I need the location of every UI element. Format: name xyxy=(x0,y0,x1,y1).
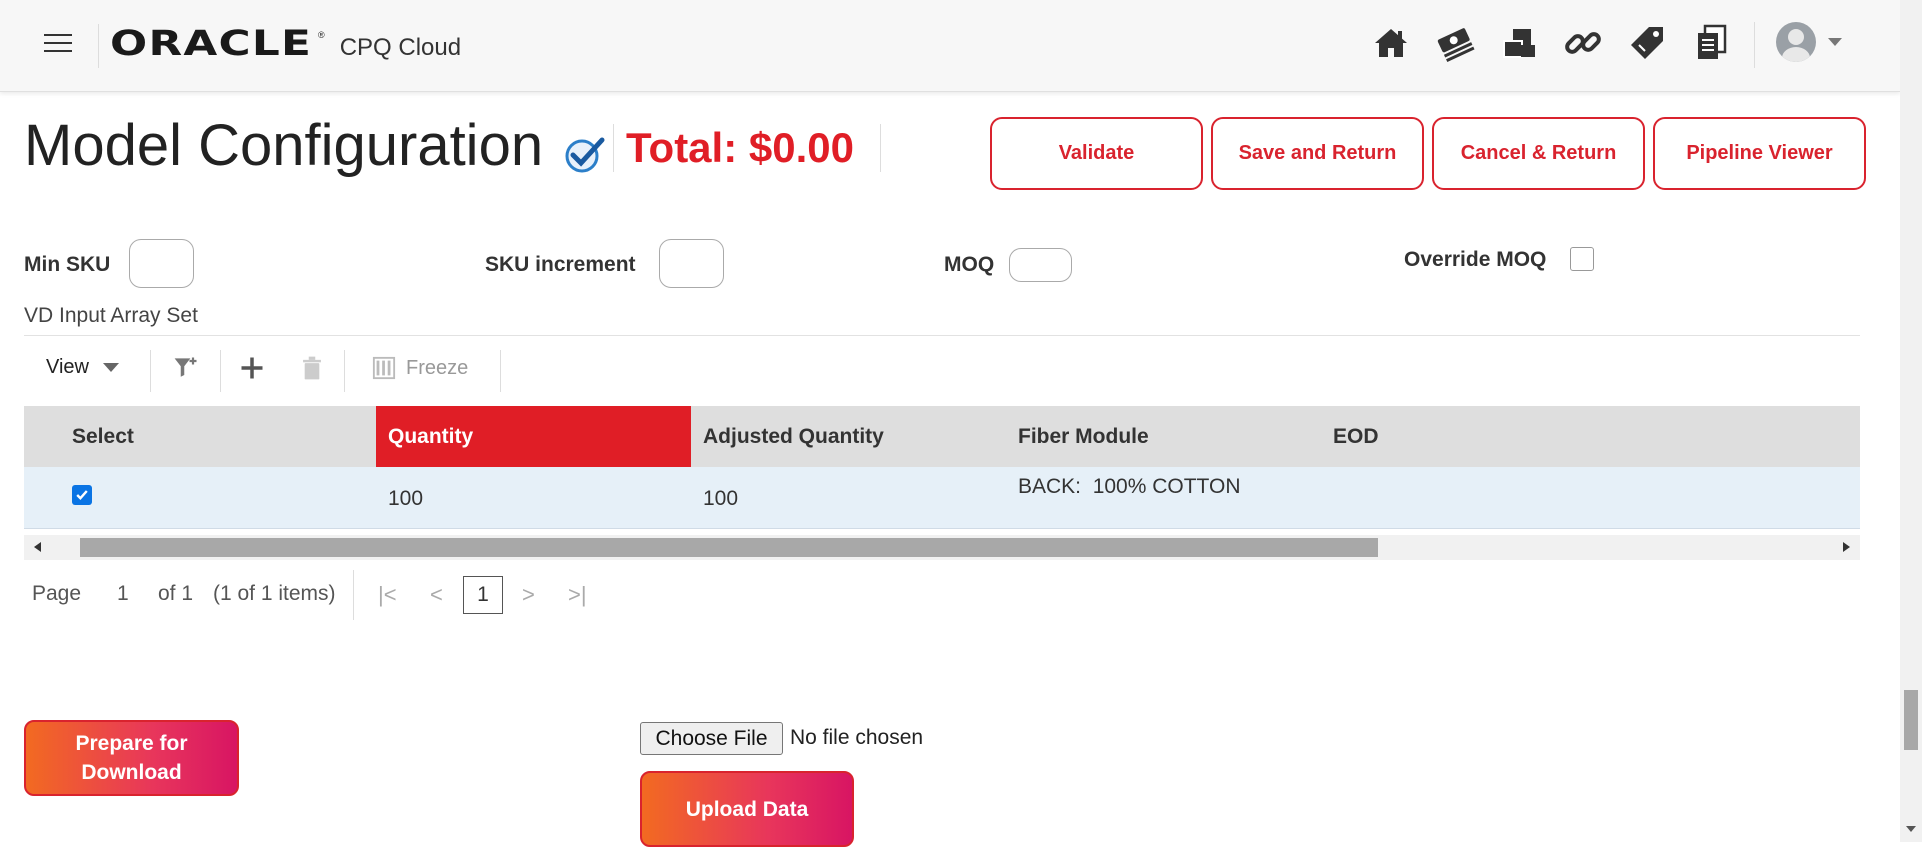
column-header-select[interactable]: Select xyxy=(60,406,400,467)
oracle-logo[interactable]: ORACLE ® CPQ Cloud xyxy=(110,24,461,64)
toolbar-separator xyxy=(220,350,221,392)
money-icon[interactable] xyxy=(1434,22,1476,64)
header-divider xyxy=(98,24,99,68)
total-price: Total: $0.00 xyxy=(626,124,854,171)
horizontal-scrollbar[interactable] xyxy=(24,535,1860,560)
cubes-icon[interactable] xyxy=(1498,22,1540,64)
last-page-icon[interactable]: >| xyxy=(568,582,587,608)
user-menu[interactable] xyxy=(1776,22,1842,62)
page-number-input[interactable]: 1 xyxy=(117,582,129,606)
view-menu[interactable]: View xyxy=(46,356,119,379)
file-status-text: No file chosen xyxy=(790,726,924,749)
header-divider xyxy=(1754,22,1755,68)
validate-button[interactable]: Validate xyxy=(990,117,1203,190)
upload-data-button[interactable]: Upload Data xyxy=(640,771,854,847)
validated-check-icon xyxy=(565,137,605,173)
chevron-down-icon xyxy=(103,363,119,372)
view-menu-label: View xyxy=(46,356,89,378)
row-select-checkbox[interactable] xyxy=(72,485,92,505)
sku-increment-input[interactable] xyxy=(659,239,724,288)
header-icon-bar xyxy=(1370,22,1732,64)
horizontal-scroll-thumb[interactable] xyxy=(80,538,1378,557)
first-page-icon[interactable]: |< xyxy=(378,582,397,608)
logo-wordmark: ORACLE xyxy=(110,24,313,64)
top-navigation-bar: ORACLE ® CPQ Cloud xyxy=(0,0,1900,92)
add-row-icon[interactable] xyxy=(236,352,268,384)
freeze-label: Freeze xyxy=(406,356,469,379)
pagination: Page 1 of 1 (1 of 1 items) |< < 1 > >| xyxy=(24,570,724,620)
product-name: CPQ Cloud xyxy=(339,34,462,61)
column-header-quantity[interactable]: Quantity xyxy=(376,406,691,467)
cell-fiber-module: BACK: 100% COTTON xyxy=(1018,475,1241,498)
title-divider xyxy=(613,124,614,172)
documents-icon[interactable] xyxy=(1690,22,1732,64)
column-header-fiber-module[interactable]: Fiber Module xyxy=(1006,406,1321,467)
next-page-icon[interactable]: > xyxy=(522,582,535,608)
moq-input[interactable] xyxy=(1009,248,1072,282)
hamburger-menu-icon[interactable] xyxy=(44,34,72,54)
sku-increment-label: SKU increment xyxy=(485,253,636,276)
chevron-down-icon xyxy=(1828,38,1842,46)
array-set-table: Select Quantity Adjusted Quantity Fiber … xyxy=(24,406,1860,529)
scroll-left-icon[interactable] xyxy=(34,542,41,552)
pipeline-viewer-button[interactable]: Pipeline Viewer xyxy=(1653,117,1866,190)
prepare-for-download-button[interactable]: Prepare for Download xyxy=(24,720,239,796)
scroll-right-icon[interactable] xyxy=(1843,542,1850,552)
filter-add-icon[interactable] xyxy=(170,352,202,384)
scroll-down-icon[interactable] xyxy=(1906,826,1916,832)
toolbar-separator xyxy=(500,350,501,392)
moq-label: MOQ xyxy=(944,253,995,276)
toolbar-separator xyxy=(150,350,151,392)
page-count: of 1 xyxy=(158,582,194,605)
link-icon[interactable] xyxy=(1562,22,1604,64)
array-set-toolbar: View Freeze xyxy=(24,344,1860,392)
override-moq-label: Override MOQ xyxy=(1404,248,1547,271)
delete-icon[interactable] xyxy=(296,352,328,384)
column-header-eod[interactable]: EOD xyxy=(1321,406,1621,467)
title-divider xyxy=(880,124,881,172)
override-moq-checkbox[interactable] xyxy=(1570,247,1594,271)
cell-adjusted-quantity: 100 xyxy=(703,487,739,510)
home-icon[interactable] xyxy=(1370,22,1412,64)
items-count: (1 of 1 items) xyxy=(213,582,336,605)
choose-file-button[interactable]: Choose File xyxy=(640,722,783,755)
array-set-title: VD Input Array Set xyxy=(24,304,198,327)
min-sku-label: Min SKU xyxy=(24,253,111,276)
min-sku-input[interactable] xyxy=(129,239,194,288)
pager-divider xyxy=(353,570,354,620)
cell-quantity[interactable]: 100 xyxy=(388,487,423,511)
column-header-adjusted-quantity[interactable]: Adjusted Quantity xyxy=(691,406,1006,467)
section-divider xyxy=(24,335,1860,336)
cancel-and-return-button[interactable]: Cancel & Return xyxy=(1432,117,1645,190)
table-header: Select Quantity Adjusted Quantity Fiber … xyxy=(24,406,1860,467)
page-title: Model Configuration xyxy=(24,113,544,178)
freeze-columns-icon xyxy=(372,356,396,380)
vertical-scrollbar[interactable] xyxy=(1900,0,1922,842)
logo-registered-mark: ® xyxy=(318,30,325,40)
current-page-button[interactable]: 1 xyxy=(463,576,503,614)
checkmark-icon xyxy=(76,490,88,500)
table-row[interactable]: 100 100 BACK: 100% COTTON xyxy=(24,467,1860,529)
avatar-icon xyxy=(1776,22,1816,62)
tag-icon[interactable] xyxy=(1626,22,1668,64)
toolbar-separator xyxy=(344,350,345,392)
vertical-scroll-thumb[interactable] xyxy=(1904,690,1918,750)
save-and-return-button[interactable]: Save and Return xyxy=(1211,117,1424,190)
freeze-button[interactable]: Freeze xyxy=(372,356,468,380)
previous-page-icon[interactable]: < xyxy=(430,582,443,608)
page-label: Page xyxy=(32,582,82,605)
